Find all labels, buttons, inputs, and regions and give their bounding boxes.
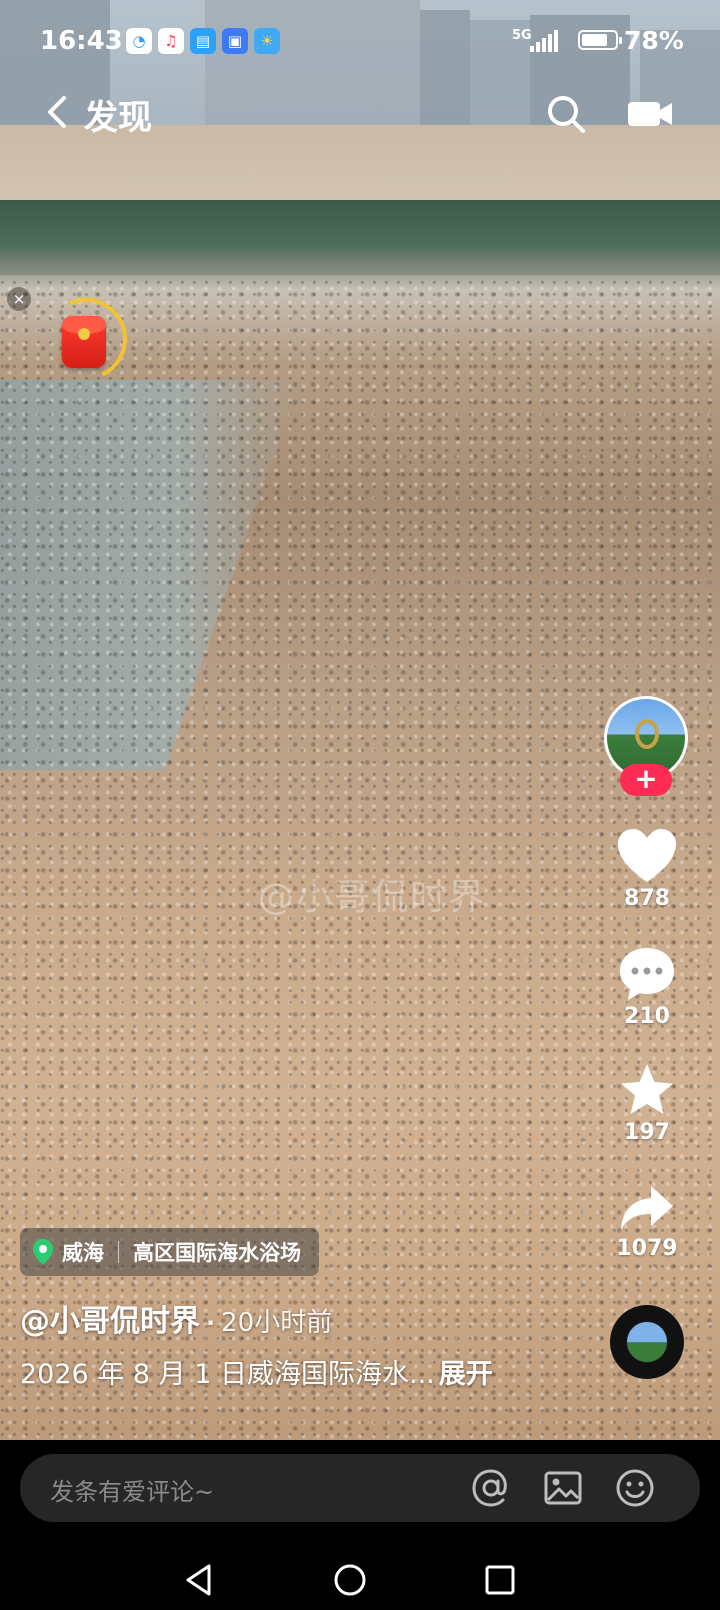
chevron-left-icon[interactable]	[38, 90, 78, 134]
emoji-icon[interactable]	[614, 1467, 656, 1509]
notification-icons: ◔ ♫ ▤ ▣ ☀	[126, 28, 280, 54]
separator-dot: ·	[206, 1309, 216, 1337]
mention-icon[interactable]	[470, 1467, 512, 1509]
top-nav: 发现	[0, 86, 720, 142]
weather-icon: ☀	[254, 28, 280, 54]
recents-square-icon[interactable]	[482, 1562, 518, 1598]
book-icon: ▤	[190, 28, 216, 54]
post-description[interactable]: 2026 年 8 月 1 日威海国际海水... 展开	[20, 1352, 493, 1391]
back-triangle-icon[interactable]	[182, 1562, 218, 1598]
video-watermark: @小哥侃时界	[258, 877, 487, 918]
network-type: 5G	[512, 28, 532, 43]
share-count: 1079	[616, 1236, 678, 1261]
follow-button[interactable]: +	[620, 764, 672, 796]
like-button[interactable]: 878	[606, 828, 688, 911]
favorite-button[interactable]: 197	[606, 1062, 688, 1145]
red-packet-icon[interactable]	[62, 316, 106, 368]
video-camera-icon[interactable]	[626, 96, 674, 132]
status-time: 16:43	[40, 26, 123, 56]
page-title[interactable]: 发现	[84, 90, 152, 139]
location-divider	[118, 1241, 119, 1263]
heart-icon	[618, 829, 676, 882]
like-count: 878	[624, 886, 670, 911]
browser-icon: ◔	[126, 28, 152, 54]
tree-line	[0, 200, 720, 275]
red-packet-close-button[interactable]: ×	[7, 287, 31, 311]
author-name[interactable]: @小哥侃时界	[20, 1304, 200, 1339]
comment-button[interactable]: 210	[606, 946, 688, 1029]
location-city: 威海	[62, 1241, 104, 1265]
home-circle-icon[interactable]	[332, 1562, 368, 1598]
bottom-area: 发条有爱评论~	[0, 1440, 720, 1610]
image-icon[interactable]	[542, 1467, 584, 1509]
system-nav-bar	[0, 1550, 720, 1610]
status-bar: 16:43 ◔ ♫ ▤ ▣ ☀ 5G 78%	[0, 22, 720, 62]
location-place: 高区国际海水浴场	[133, 1241, 301, 1265]
comment-input[interactable]: 发条有爱评论~	[20, 1454, 700, 1522]
description-text: 2026 年 8 月 1 日威海国际海水...	[20, 1359, 435, 1390]
music-disc[interactable]	[610, 1305, 684, 1379]
comment-icon	[620, 948, 674, 1000]
favorite-count: 197	[624, 1120, 670, 1145]
location-tag[interactable]: 威海 高区国际海水浴场	[20, 1228, 319, 1276]
location-pin-icon	[33, 1239, 53, 1265]
star-icon	[621, 1064, 673, 1114]
music-icon: ♫	[158, 28, 184, 54]
signal-icon	[530, 30, 558, 52]
comment-count: 210	[624, 1004, 670, 1029]
battery-icon	[578, 30, 622, 50]
share-arrow-icon	[621, 1186, 673, 1230]
share-button[interactable]: 1079	[606, 1182, 688, 1261]
post-author-line: @小哥侃时界 · 20小时前	[20, 1296, 332, 1340]
comment-placeholder: 发条有爱评论~	[50, 1478, 215, 1506]
post-time: 20小时前	[221, 1308, 333, 1338]
search-icon[interactable]	[544, 92, 588, 136]
wallet-icon: ▣	[222, 28, 248, 54]
battery-percent: 78%	[624, 26, 684, 55]
expand-link[interactable]: 展开	[439, 1359, 493, 1390]
